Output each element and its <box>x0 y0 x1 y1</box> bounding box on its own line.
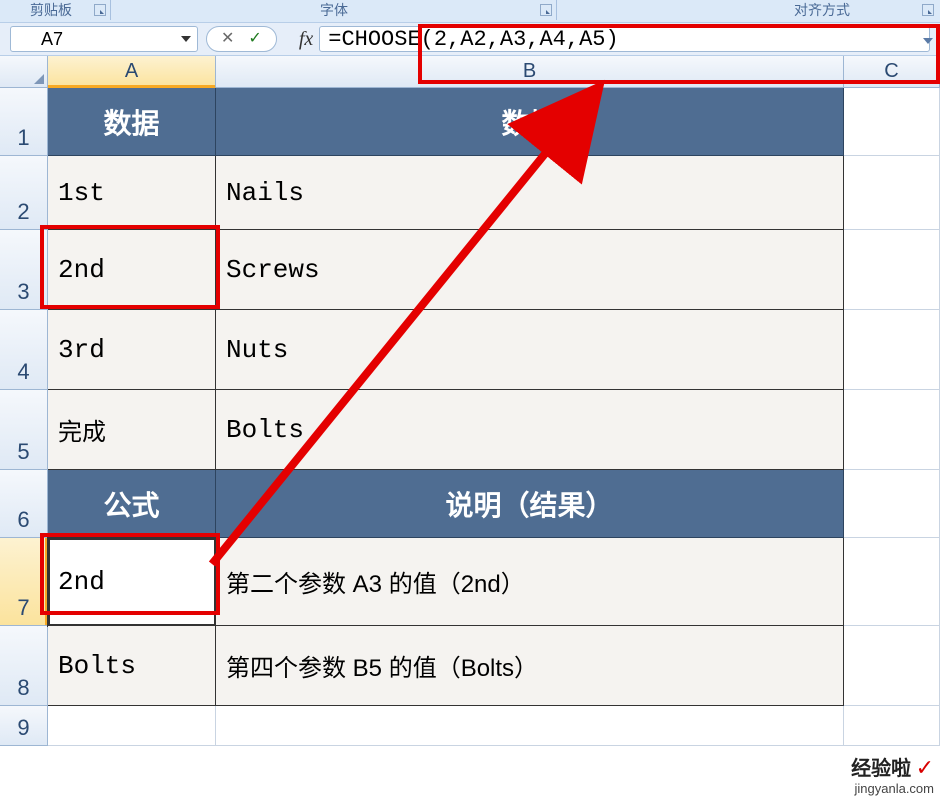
cell-A6[interactable]: 公式 <box>48 470 216 538</box>
watermark-title: 经验啦 <box>851 758 911 780</box>
cell-A5[interactable]: 完成 <box>48 390 216 470</box>
cell-B9[interactable] <box>216 706 844 746</box>
row-header-2[interactable]: 2 <box>0 156 48 230</box>
expand-formula-bar-button[interactable] <box>918 31 938 51</box>
cell-B2[interactable]: Nails <box>216 156 844 230</box>
formula-action-buttons: ✕ ✓ <box>206 26 277 52</box>
formula-bar-text: =CHOOSE(2,A2,A3,A4,A5) <box>328 27 618 52</box>
cell-B8[interactable]: 第四个参数 B5 的值（Bolts） <box>216 626 844 706</box>
select-all-corner[interactable] <box>0 56 48 88</box>
dialog-launcher-icon[interactable] <box>94 4 106 16</box>
cell-B3[interactable]: Screws <box>216 230 844 310</box>
ribbon-separator <box>556 0 557 20</box>
watermark-url: jingyanla.com <box>851 781 934 796</box>
chevron-down-icon <box>923 38 933 44</box>
name-box-value: A7 <box>41 29 63 50</box>
cell-C6[interactable] <box>844 470 940 538</box>
ribbon-group-font: 字体 <box>320 0 348 20</box>
column-header-C[interactable]: C <box>844 56 940 88</box>
cell-C4[interactable] <box>844 310 940 390</box>
cell-A8[interactable]: Bolts <box>48 626 216 706</box>
cell-C2[interactable] <box>844 156 940 230</box>
row-header-9[interactable]: 9 <box>0 706 48 746</box>
cell-B1[interactable]: 数据 <box>216 88 844 156</box>
cell-A4[interactable]: 3rd <box>48 310 216 390</box>
cell-A2[interactable]: 1st <box>48 156 216 230</box>
accept-formula-icon[interactable]: ✓ <box>248 31 261 47</box>
name-box[interactable]: A7 <box>10 26 198 52</box>
cell-C7[interactable] <box>844 538 940 626</box>
dialog-launcher-icon[interactable] <box>540 4 552 16</box>
cell-A1[interactable]: 数据 <box>48 88 216 156</box>
row-header-8[interactable]: 8 <box>0 626 48 706</box>
cell-A7[interactable]: 2nd <box>48 538 216 626</box>
column-header-A[interactable]: A <box>48 56 216 88</box>
cell-A3[interactable]: 2nd <box>48 230 216 310</box>
cell-A9[interactable] <box>48 706 216 746</box>
row-header-7[interactable]: 7 <box>0 538 48 626</box>
cells-area: 数据 数据 1st Nails 2nd Screws 3rd Nuts 完成 B… <box>48 88 940 746</box>
row-header-4[interactable]: 4 <box>0 310 48 390</box>
formula-bar-row: A7 ✕ ✓ fx =CHOOSE(2,A2,A3,A4,A5) <box>0 22 940 56</box>
ribbon-groups-strip: 剪贴板 字体 对齐方式 <box>0 0 940 22</box>
ribbon-separator <box>110 0 111 20</box>
cell-C1[interactable] <box>844 88 940 156</box>
column-headers: A B C <box>48 56 940 88</box>
row-headers: 1 2 3 4 5 6 7 8 9 <box>0 88 48 746</box>
formula-bar[interactable]: =CHOOSE(2,A2,A3,A4,A5) <box>319 26 930 52</box>
cell-B4[interactable]: Nuts <box>216 310 844 390</box>
row-header-1[interactable]: 1 <box>0 88 48 156</box>
cell-B6[interactable]: 说明（结果） <box>216 470 844 538</box>
check-icon: ✓ <box>916 755 934 780</box>
cell-C5[interactable] <box>844 390 940 470</box>
cancel-formula-icon[interactable]: ✕ <box>221 31 234 47</box>
watermark: 经验啦 ✓ jingyanla.com <box>851 752 934 796</box>
cell-C9[interactable] <box>844 706 940 746</box>
ribbon-group-clipboard: 剪贴板 <box>30 0 72 20</box>
cell-B5[interactable]: Bolts <box>216 390 844 470</box>
row-header-5[interactable]: 5 <box>0 390 48 470</box>
cell-C3[interactable] <box>844 230 940 310</box>
chevron-down-icon[interactable] <box>181 36 191 42</box>
ribbon-group-align: 对齐方式 <box>794 0 850 20</box>
column-header-B[interactable]: B <box>216 56 844 88</box>
spreadsheet: A B C 1 2 3 4 5 6 7 8 9 数据 数据 1st Nails … <box>0 56 940 800</box>
cell-C8[interactable] <box>844 626 940 706</box>
fx-icon[interactable]: fx <box>299 28 313 51</box>
cell-B7[interactable]: 第二个参数 A3 的值（2nd） <box>216 538 844 626</box>
row-header-6[interactable]: 6 <box>0 470 48 538</box>
dialog-launcher-icon[interactable] <box>922 4 934 16</box>
row-header-3[interactable]: 3 <box>0 230 48 310</box>
